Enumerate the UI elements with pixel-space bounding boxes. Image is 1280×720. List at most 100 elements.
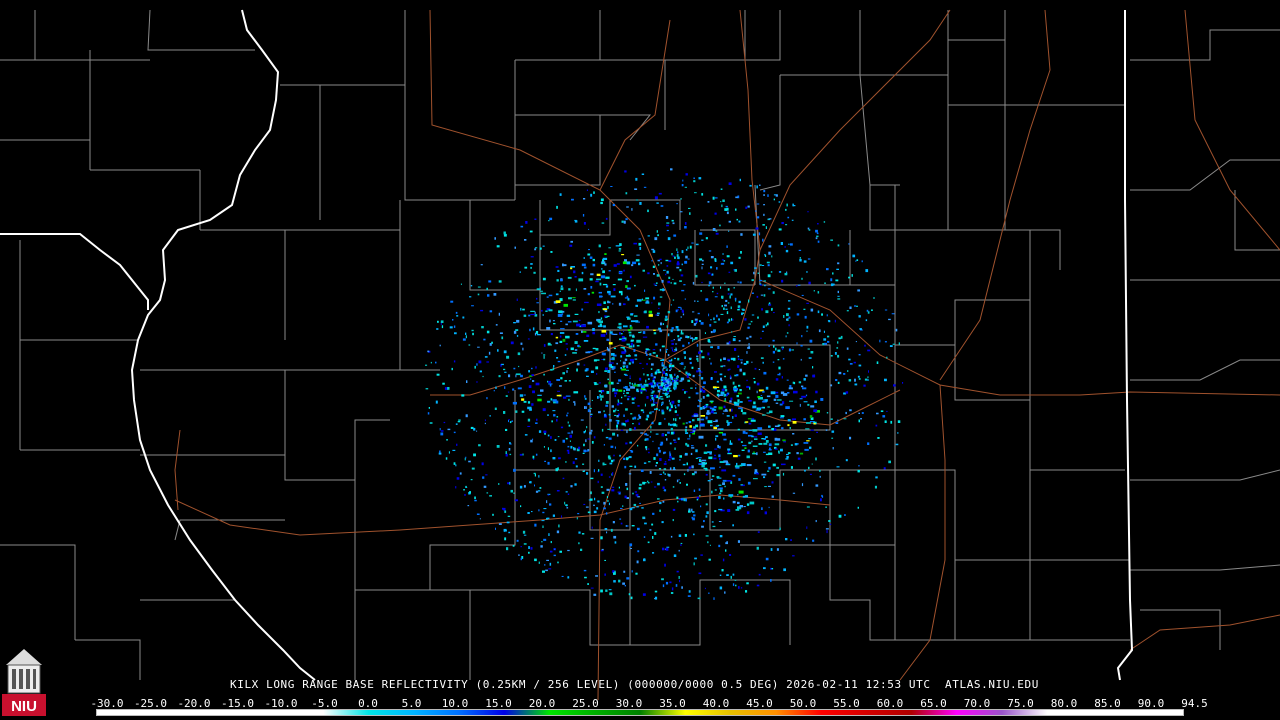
echo-pixel xyxy=(646,396,649,399)
echo-pixel xyxy=(527,418,531,422)
echo-pixel xyxy=(529,230,533,233)
echo-pixel xyxy=(688,510,691,513)
echo-pixel xyxy=(762,224,765,226)
echo-pixel xyxy=(455,464,457,467)
echo-pixel xyxy=(468,344,471,346)
echo-pixel xyxy=(719,492,722,495)
echo-pixel xyxy=(669,382,673,385)
echo-pixel xyxy=(758,573,761,576)
echo-pixel xyxy=(583,222,586,225)
echo-pixel xyxy=(668,473,671,477)
echo-pixel xyxy=(505,428,508,431)
echo-pixel xyxy=(740,361,743,364)
echo-pixel xyxy=(664,479,667,481)
echo-pixel xyxy=(609,592,613,596)
echo-pixel xyxy=(861,260,863,263)
echo-pixel xyxy=(720,201,722,203)
echo-pixel xyxy=(473,453,476,457)
echo-pixel xyxy=(754,267,757,269)
echo-pixel xyxy=(641,385,646,389)
echo-pixel xyxy=(479,370,482,373)
echo-pixel xyxy=(469,491,471,494)
echo-pixel xyxy=(708,313,710,317)
echo-pixel xyxy=(716,314,718,318)
echo-pixel xyxy=(755,210,757,212)
echo-pixel xyxy=(611,353,615,356)
echo-pixel xyxy=(635,493,639,497)
echo-pixel xyxy=(616,263,620,265)
echo-pixel xyxy=(771,255,773,258)
echo-pixel xyxy=(560,279,563,282)
echo-pixel xyxy=(597,480,599,484)
echo-pixel xyxy=(737,355,740,358)
echo-pixel xyxy=(642,367,644,369)
echo-pixel xyxy=(669,374,673,378)
echo-pixel xyxy=(565,395,571,397)
echo-pixel xyxy=(799,257,801,259)
echo-pixel xyxy=(632,423,634,425)
echo-pixel xyxy=(550,369,553,371)
echo-pixel xyxy=(661,376,664,379)
echo-pixel xyxy=(630,596,633,600)
echo-pixel xyxy=(751,314,755,316)
echo-pixel xyxy=(681,377,685,381)
echo-pixel xyxy=(618,486,620,489)
echo-pixel xyxy=(772,361,775,363)
echo-pixel xyxy=(752,405,757,409)
echo-pixel xyxy=(476,363,478,366)
echo-pixel xyxy=(767,322,769,326)
echo-pixel xyxy=(463,489,465,491)
echo-pixel xyxy=(624,465,627,469)
echo-pixel xyxy=(493,390,495,392)
echo-pixel xyxy=(707,352,710,356)
echo-pixel xyxy=(696,496,699,500)
echo-pixel xyxy=(796,452,799,455)
echo-pixel xyxy=(733,336,736,337)
echo-pixel xyxy=(712,196,715,200)
echo-pixel xyxy=(902,382,904,384)
echo-pixel xyxy=(746,385,750,388)
echo-pixel xyxy=(720,365,723,368)
echo-pixel xyxy=(635,320,639,323)
echo-pixel xyxy=(602,270,605,274)
echo-pixel xyxy=(749,184,752,187)
echo-pixel xyxy=(853,361,856,364)
echo-pixel xyxy=(734,414,737,417)
echo-pixel xyxy=(572,461,575,464)
echo-pixel xyxy=(535,366,537,369)
echo-pixel xyxy=(653,283,656,285)
echo-pixel xyxy=(664,418,666,420)
echo-pixel xyxy=(816,232,819,235)
echo-pixel xyxy=(808,229,811,231)
echo-pixel xyxy=(567,432,571,434)
echo-pixel xyxy=(629,334,632,337)
echo-pixel xyxy=(650,395,653,397)
echo-pixel xyxy=(665,273,667,276)
echo-pixel xyxy=(805,374,808,377)
echo-pixel xyxy=(564,354,567,356)
echo-pixel xyxy=(477,286,481,288)
echo-pixel xyxy=(677,335,680,338)
echo-pixel xyxy=(725,299,728,302)
echo-pixel xyxy=(752,452,757,455)
echo-pixel xyxy=(689,361,692,365)
echo-pixel xyxy=(685,432,689,434)
echo-pixel xyxy=(724,408,728,412)
echo-pixel xyxy=(856,259,859,261)
echo-pixel xyxy=(651,411,654,413)
echo-pixel xyxy=(503,528,507,532)
echo-pixel xyxy=(659,348,662,352)
echo-pixel xyxy=(600,201,603,205)
echo-pixel xyxy=(600,536,603,540)
echo-pixel xyxy=(628,456,632,459)
echo-pixel xyxy=(702,259,704,262)
echo-pixel xyxy=(565,461,567,463)
echo-pixel xyxy=(571,430,573,434)
echo-pixel xyxy=(587,293,590,296)
echo-pixel xyxy=(636,390,638,392)
echo-pixel xyxy=(665,434,667,436)
echo-pixel xyxy=(547,344,552,346)
echo-pixel xyxy=(654,196,658,200)
echo-pixel xyxy=(680,274,684,277)
echo-pixel xyxy=(732,583,735,586)
